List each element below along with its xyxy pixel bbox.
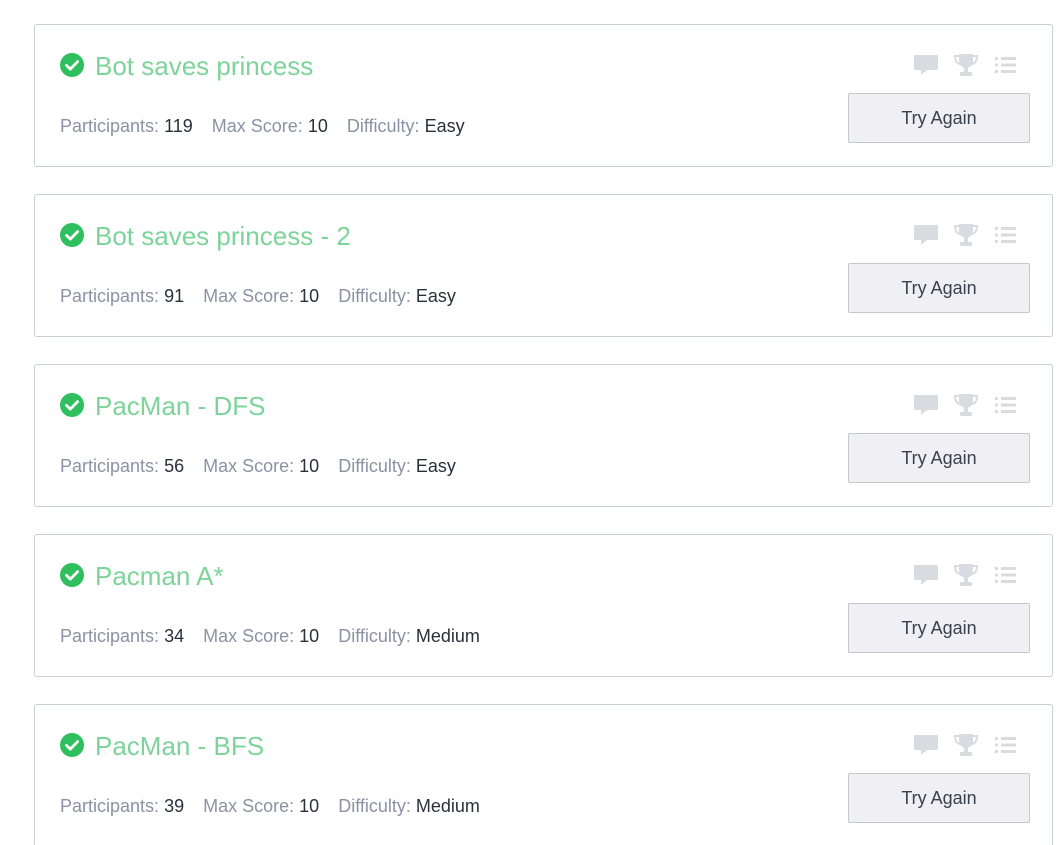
participants-label: Participants: xyxy=(60,456,160,476)
difficulty-label: Difficulty: xyxy=(338,796,411,816)
trophy-icon[interactable] xyxy=(953,732,979,758)
comment-icon[interactable] xyxy=(913,52,939,78)
participants-stat: Participants: 119 xyxy=(60,116,193,136)
challenge-title[interactable]: Pacman A* xyxy=(95,560,224,592)
challenge-actions xyxy=(913,562,1023,588)
comment-icon[interactable] xyxy=(913,392,939,418)
comment-icon[interactable] xyxy=(913,222,939,248)
list-icon[interactable] xyxy=(993,562,1019,588)
challenge-card: Pacman A* Participants: 34 Max Score: 10… xyxy=(34,534,1053,677)
difficulty-stat: Difficulty: Medium xyxy=(338,626,480,646)
participants-label: Participants: xyxy=(60,116,160,136)
try-again-button[interactable]: Try Again xyxy=(848,93,1030,143)
max-score-value: 10 xyxy=(307,116,328,136)
difficulty-stat: Difficulty: Medium xyxy=(338,796,480,816)
challenge-title[interactable]: Bot saves princess xyxy=(95,50,313,82)
try-again-button[interactable]: Try Again xyxy=(848,603,1030,653)
max-score-label: Max Score: xyxy=(203,796,295,816)
trophy-icon[interactable] xyxy=(953,562,979,588)
trophy-icon[interactable] xyxy=(953,52,979,78)
try-again-button[interactable]: Try Again xyxy=(848,773,1030,823)
difficulty-value: Easy xyxy=(415,456,456,476)
check-circle-icon xyxy=(60,733,84,757)
challenge-meta: Participants: 119 Max Score: 10 Difficul… xyxy=(60,115,479,137)
trophy-icon[interactable] xyxy=(953,222,979,248)
trophy-icon[interactable] xyxy=(953,392,979,418)
challenge-meta: Participants: 39 Max Score: 10 Difficult… xyxy=(60,795,494,817)
difficulty-value: Medium xyxy=(415,796,480,816)
challenge-title[interactable]: PacMan - BFS xyxy=(95,730,264,762)
challenge-card: Bot saves princess Participants: 119 Max… xyxy=(34,24,1053,167)
participants-stat: Participants: 39 xyxy=(60,796,184,816)
max-score-stat: Max Score: 10 xyxy=(203,626,319,646)
participants-value: 119 xyxy=(164,116,193,136)
max-score-value: 10 xyxy=(299,796,320,816)
check-circle-icon xyxy=(60,223,84,247)
participants-stat: Participants: 56 xyxy=(60,456,184,476)
max-score-value: 10 xyxy=(299,286,320,306)
challenge-actions xyxy=(913,392,1023,418)
participants-stat: Participants: 34 xyxy=(60,626,184,646)
difficulty-label: Difficulty: xyxy=(338,286,411,306)
difficulty-stat: Difficulty: Easy xyxy=(347,116,465,136)
check-circle-icon xyxy=(60,53,84,77)
list-icon[interactable] xyxy=(993,392,1019,418)
max-score-label: Max Score: xyxy=(211,116,303,136)
max-score-stat: Max Score: 10 xyxy=(203,286,319,306)
challenge-list: Bot saves princess Participants: 119 Max… xyxy=(0,0,1057,845)
difficulty-stat: Difficulty: Easy xyxy=(338,286,456,306)
challenge-actions xyxy=(913,222,1023,248)
participants-value: 91 xyxy=(164,286,185,306)
participants-label: Participants: xyxy=(60,626,160,646)
difficulty-label: Difficulty: xyxy=(338,456,411,476)
challenge-meta: Participants: 56 Max Score: 10 Difficult… xyxy=(60,455,470,477)
challenge-actions xyxy=(913,52,1023,78)
participants-stat: Participants: 91 xyxy=(60,286,184,306)
try-again-button[interactable]: Try Again xyxy=(848,263,1030,313)
check-circle-icon xyxy=(60,393,84,417)
list-icon[interactable] xyxy=(993,222,1019,248)
challenge-card: PacMan - BFS Participants: 39 Max Score:… xyxy=(34,704,1053,845)
participants-label: Participants: xyxy=(60,796,160,816)
max-score-label: Max Score: xyxy=(203,456,295,476)
comment-icon[interactable] xyxy=(913,732,939,758)
challenge-title[interactable]: PacMan - DFS xyxy=(95,390,266,422)
difficulty-label: Difficulty: xyxy=(338,626,411,646)
challenge-card: Bot saves princess - 2 Participants: 91 … xyxy=(34,194,1053,337)
difficulty-value: Medium xyxy=(415,626,480,646)
max-score-value: 10 xyxy=(299,626,320,646)
max-score-value: 10 xyxy=(299,456,320,476)
participants-value: 34 xyxy=(164,626,185,646)
difficulty-value: Easy xyxy=(424,116,465,136)
participants-value: 39 xyxy=(164,796,185,816)
challenge-meta: Participants: 34 Max Score: 10 Difficult… xyxy=(60,625,494,647)
max-score-stat: Max Score: 10 xyxy=(212,116,328,136)
comment-icon[interactable] xyxy=(913,562,939,588)
max-score-label: Max Score: xyxy=(203,626,295,646)
list-icon[interactable] xyxy=(993,52,1019,78)
max-score-stat: Max Score: 10 xyxy=(203,456,319,476)
difficulty-stat: Difficulty: Easy xyxy=(338,456,456,476)
difficulty-value: Easy xyxy=(415,286,456,306)
list-icon[interactable] xyxy=(993,732,1019,758)
challenge-actions xyxy=(913,732,1023,758)
challenge-title[interactable]: Bot saves princess - 2 xyxy=(95,220,351,252)
try-again-button[interactable]: Try Again xyxy=(848,433,1030,483)
max-score-label: Max Score: xyxy=(203,286,295,306)
participants-value: 56 xyxy=(164,456,185,476)
challenge-meta: Participants: 91 Max Score: 10 Difficult… xyxy=(60,285,470,307)
max-score-stat: Max Score: 10 xyxy=(203,796,319,816)
participants-label: Participants: xyxy=(60,286,160,306)
challenge-card: PacMan - DFS Participants: 56 Max Score:… xyxy=(34,364,1053,507)
difficulty-label: Difficulty: xyxy=(346,116,420,136)
check-circle-icon xyxy=(60,563,84,587)
